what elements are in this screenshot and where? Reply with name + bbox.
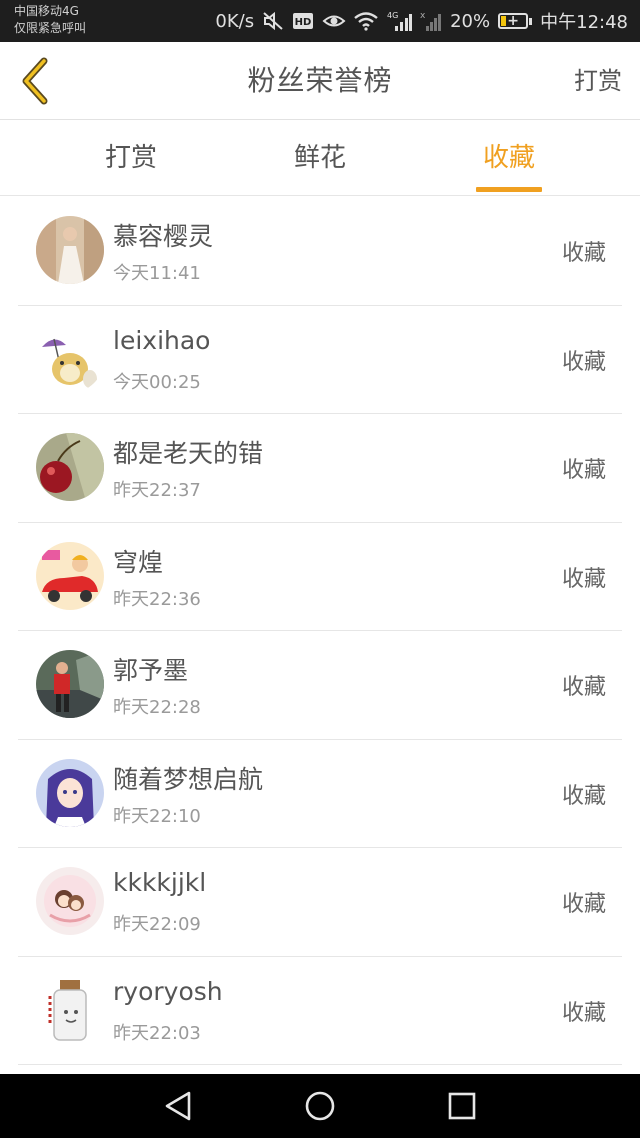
back-triangle-icon <box>165 1091 191 1121</box>
status-bar: 中国移动4G 仅限紧急呼叫 0K/s HD 4G x 20% + 中午12:48 <box>0 0 640 42</box>
avatar <box>36 433 104 501</box>
nav-home-button[interactable] <box>300 1086 340 1126</box>
favorite-label: 收藏 <box>561 1000 606 1026</box>
battery-percent: 20% <box>450 10 491 32</box>
eye-icon <box>322 12 346 30</box>
favorite-label: 收藏 <box>561 241 606 266</box>
svg-text:x: x <box>420 11 426 21</box>
chevron-left-icon <box>22 57 48 105</box>
nav-recents-button[interactable] <box>442 1086 482 1126</box>
list-item[interactable]: kkkkjjkl 昨天22:09 收藏 <box>18 848 622 957</box>
fan-name: 穹煌 <box>113 547 164 577</box>
fan-time: 今天00:25 <box>113 371 201 393</box>
fan-name: 随着梦想启航 <box>113 764 264 794</box>
fan-name: leixihao <box>113 325 211 355</box>
avatar <box>36 541 104 610</box>
avatar <box>36 216 104 284</box>
home-circle-icon <box>305 1091 335 1121</box>
fan-list: 慕容樱灵 今天11:41 收藏 leixihao 今天00:25 收藏 都是老天… <box>0 197 640 1065</box>
svg-text:HD: HD <box>295 17 312 28</box>
carrier-name: 中国移动4G <box>14 4 79 18</box>
favorite-label: 收藏 <box>561 783 606 809</box>
reward-button[interactable]: 打赏 <box>574 42 622 120</box>
avatar <box>36 650 104 718</box>
tab-label: 收藏 <box>482 143 535 173</box>
list-item[interactable]: ryoryosh 昨天22:03 收藏 <box>18 957 622 1065</box>
fan-name: 慕容樱灵 <box>113 222 214 251</box>
list-item[interactable]: 郭予墨 昨天22:28 收藏 <box>18 631 622 740</box>
fan-time: 昨天22:28 <box>113 697 201 718</box>
tab-label: 打赏 <box>104 143 157 173</box>
list-item[interactable]: 随着梦想启航 昨天22:10 收藏 <box>18 740 622 848</box>
list-item[interactable]: leixihao 今天00:25 收藏 <box>18 306 622 414</box>
fan-name: ryoryosh <box>113 976 223 1006</box>
active-tab-indicator <box>476 187 542 192</box>
fan-time: 昨天22:09 <box>113 914 201 935</box>
fan-time: 今天11:41 <box>113 263 201 284</box>
mute-icon <box>262 11 284 31</box>
favorite-label: 收藏 <box>561 566 606 592</box>
favorite-label: 收藏 <box>561 458 606 483</box>
list-item[interactable]: 穹煌 昨天22:36 收藏 <box>18 523 622 631</box>
carrier-info: 中国移动4G 仅限紧急呼叫 <box>14 3 86 37</box>
hd-icon: HD <box>292 12 314 30</box>
recents-square-icon <box>448 1092 476 1120</box>
nav-back-button[interactable] <box>158 1086 198 1126</box>
page-title: 粉丝荣誉榜 <box>247 64 393 97</box>
fan-time: 昨天22:03 <box>113 1022 201 1044</box>
fan-time: 昨天22:10 <box>113 805 201 827</box>
fan-name: 都是老天的错 <box>113 439 264 468</box>
list-item[interactable]: 慕容樱灵 今天11:41 收藏 <box>18 197 622 306</box>
clock: 中午12:48 <box>540 12 628 33</box>
back-button[interactable] <box>10 54 60 108</box>
favorite-label: 收藏 <box>561 675 606 700</box>
app-header: 粉丝荣誉榜 打赏 <box>0 42 640 120</box>
tab-label: 鲜花 <box>293 143 346 173</box>
avatar <box>36 867 104 935</box>
favorite-label: 收藏 <box>561 892 606 917</box>
favorite-label: 收藏 <box>561 349 606 375</box>
avatar <box>36 758 104 827</box>
tab-reward[interactable]: 打赏 <box>98 120 164 196</box>
svg-text:4G: 4G <box>387 11 398 20</box>
status-icons: 0K/s HD 4G x 20% + 中午12:48 <box>215 0 628 42</box>
tab-bar: 打赏 鲜花 收藏 <box>0 120 640 196</box>
emergency-only-text: 仅限紧急呼叫 <box>14 21 87 35</box>
net-speed: 0K/s <box>215 10 255 32</box>
battery-icon: + <box>498 13 533 29</box>
wifi-icon <box>354 11 378 31</box>
tab-flowers[interactable]: 鲜花 <box>287 120 353 196</box>
fan-name: 郭予墨 <box>113 656 189 685</box>
fan-time: 昨天22:37 <box>113 480 201 501</box>
avatar <box>36 975 104 1044</box>
list-item[interactable]: 都是老天的错 昨天22:37 收藏 <box>18 414 622 523</box>
tab-favorites[interactable]: 收藏 <box>476 120 542 196</box>
system-nav-bar <box>0 1074 640 1138</box>
no-signal-icon: x <box>420 10 442 32</box>
avatar <box>36 324 104 393</box>
fan-name: kkkkjjkl <box>113 868 207 897</box>
signal-icon: 4G <box>386 10 413 32</box>
fan-time: 昨天22:36 <box>113 588 201 610</box>
